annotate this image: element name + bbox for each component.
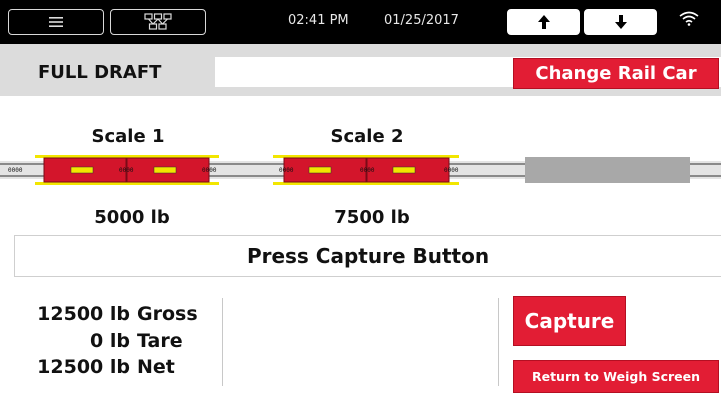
- wifi-icon: [679, 11, 699, 26]
- scale-2-car-b-plate: [392, 166, 416, 174]
- scale-2-car-a-plate: [308, 166, 332, 174]
- clock-date: 01/25/2017: [384, 13, 459, 28]
- change-rail-car-button[interactable]: Change Rail Car: [513, 58, 719, 89]
- clock-time: 02:41 PM: [288, 13, 349, 28]
- scale-1-car-a-plate: [70, 166, 94, 174]
- arrow-up-icon: [537, 15, 550, 29]
- scale-2-weight: 7500 lb: [334, 207, 410, 228]
- return-to-weigh-screen-button[interactable]: Return to Weigh Screen: [513, 360, 719, 393]
- car-id-label: 0000: [8, 167, 23, 174]
- net-value: 12500 lb: [37, 356, 130, 378]
- tare-value: 0 lb: [90, 330, 130, 352]
- tare-row: 0 lb Tare: [0, 330, 220, 354]
- network-button[interactable]: [110, 9, 206, 35]
- net-row: 12500 lb Net: [0, 356, 220, 380]
- rail-track-diagram: 0000 0000 0000 0000 0000 0000: [0, 155, 721, 185]
- car-id-label: 0000: [360, 167, 375, 174]
- gross-row: 12500 lb Gross: [0, 303, 220, 327]
- rail-segment-empty: [525, 157, 690, 183]
- scale-1-car-b-plate: [153, 166, 177, 174]
- scroll-up-button[interactable]: [507, 9, 580, 35]
- divider: [498, 298, 499, 386]
- scale-2-title: Scale 2: [330, 126, 404, 147]
- net-label: Net: [137, 356, 175, 378]
- car-id-label: 0000: [444, 167, 459, 174]
- network-icon: [144, 13, 172, 30]
- menu-icon: [49, 17, 63, 27]
- top-status-bar: 02:41 PM 01/25/2017: [0, 0, 721, 44]
- scale-1-title: Scale 1: [91, 126, 165, 147]
- car-id-label: 0000: [279, 167, 294, 174]
- menu-button[interactable]: [8, 9, 104, 35]
- scroll-down-button[interactable]: [584, 9, 657, 35]
- car-id-label: 0000: [202, 167, 217, 174]
- car-id-label: 0000: [119, 167, 134, 174]
- page-title: FULL DRAFT: [38, 62, 162, 83]
- arrow-down-icon: [614, 15, 627, 29]
- tare-label: Tare: [137, 330, 183, 352]
- gross-label: Gross: [137, 303, 198, 325]
- gross-value: 12500 lb: [37, 303, 130, 325]
- scale-1-weight: 5000 lb: [94, 207, 170, 228]
- capture-button[interactable]: Capture: [513, 296, 626, 346]
- status-prompt: Press Capture Button: [14, 235, 721, 277]
- divider: [222, 298, 223, 386]
